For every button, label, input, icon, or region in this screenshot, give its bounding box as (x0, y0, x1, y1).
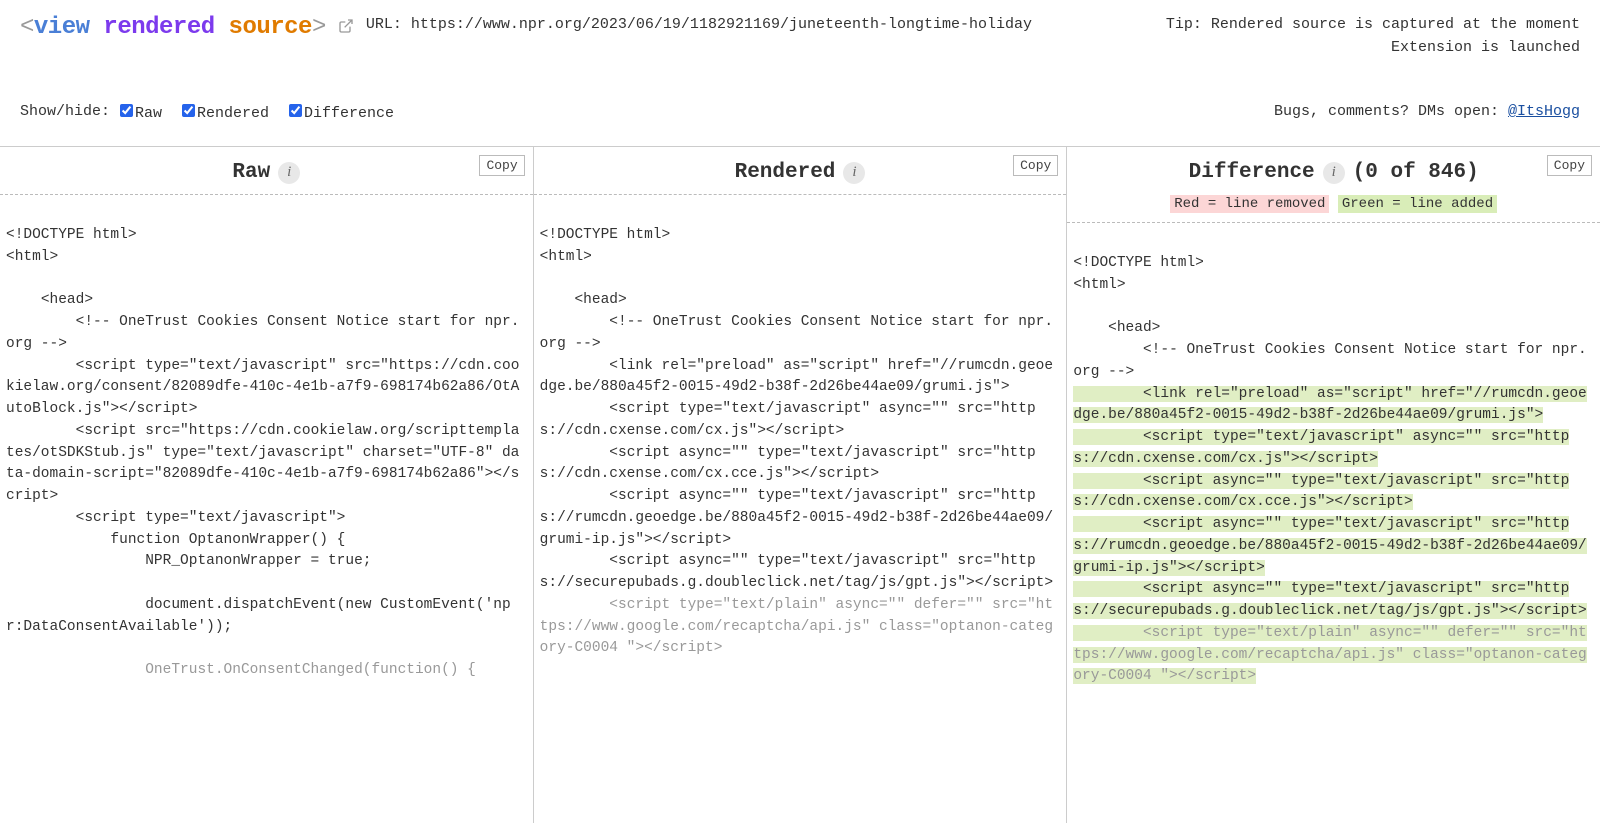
toggle-raw[interactable]: Raw (116, 101, 162, 122)
column-title-rendered: Rendered (735, 161, 836, 184)
url-label: URL: (366, 16, 411, 33)
diff-source-body[interactable]: <!DOCTYPE html> <html> <head> <!-- OneTr… (1067, 223, 1600, 823)
raw-source-body[interactable]: <!DOCTYPE html> <html> <head> <!-- OneTr… (0, 195, 533, 823)
copy-button-rendered[interactable]: Copy (1013, 155, 1058, 176)
header: <view rendered source> URL: https://www.… (0, 0, 1600, 132)
bugs-contact: Bugs, comments? DMs open: @ItsHogg (1274, 103, 1580, 120)
show-hide-label: Show/hide: (20, 103, 110, 120)
checkbox-raw[interactable] (120, 104, 133, 117)
url-display: URL: https://www.npr.org/2023/06/19/1182… (366, 14, 1118, 37)
external-link-icon[interactable] (338, 18, 354, 39)
copy-button-raw[interactable]: Copy (479, 155, 524, 176)
url-value: https://www.npr.org/2023/06/19/118292116… (411, 16, 1032, 33)
show-hide-toggles: Show/hide: Raw Rendered Difference (20, 101, 404, 122)
toggle-rendered[interactable]: Rendered (178, 101, 269, 122)
legend-removed: Red = line removed (1170, 195, 1329, 213)
checkbox-difference[interactable] (289, 104, 302, 117)
column-title-raw: Raw (232, 161, 270, 184)
rendered-source-body[interactable]: <!DOCTYPE html> <html> <head> <!-- OneTr… (534, 195, 1067, 823)
tip-text: Tip: Rendered source is captured at the … (1130, 14, 1580, 59)
bugs-link[interactable]: @ItsHogg (1508, 103, 1580, 120)
diff-count: (0 of 846) (1353, 161, 1479, 184)
column-raw: Copy Raw i <!DOCTYPE html> <html> <head>… (0, 147, 534, 823)
legend-added: Green = line added (1338, 195, 1497, 213)
copy-button-diff[interactable]: Copy (1547, 155, 1592, 176)
toggle-difference[interactable]: Difference (285, 101, 394, 122)
column-title-diff: Difference (1189, 161, 1315, 184)
info-icon[interactable]: i (843, 162, 865, 184)
info-icon[interactable]: i (278, 162, 300, 184)
columns-container: Copy Raw i <!DOCTYPE html> <html> <head>… (0, 147, 1600, 823)
info-icon[interactable]: i (1323, 162, 1345, 184)
column-difference: Copy Difference i (0 of 846) Red = line … (1067, 147, 1600, 823)
diff-legend: Red = line removed Green = line added (1075, 196, 1592, 212)
app-logo: <view rendered source> (20, 14, 326, 41)
column-rendered: Copy Rendered i <!DOCTYPE html> <html> <… (534, 147, 1068, 823)
checkbox-rendered[interactable] (182, 104, 195, 117)
